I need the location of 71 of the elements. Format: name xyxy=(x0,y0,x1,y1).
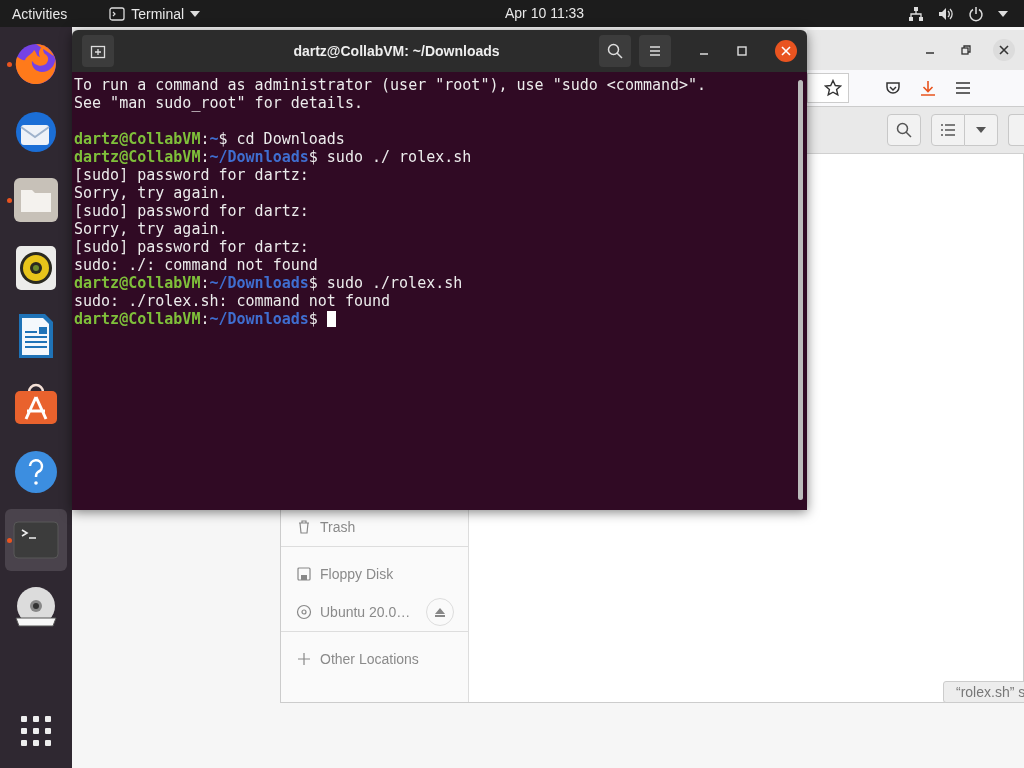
eject-button[interactable] xyxy=(426,598,454,626)
grid-icon xyxy=(21,716,51,746)
app-menu[interactable]: Terminal xyxy=(109,5,201,22)
activities-button[interactable]: Activities xyxy=(12,5,68,22)
pocket-icon[interactable] xyxy=(885,80,901,96)
search-icon xyxy=(896,122,912,138)
disc-icon xyxy=(296,604,312,620)
tooltip: “rolex.sh” s xyxy=(943,681,1024,703)
view-options-button[interactable] xyxy=(965,114,998,146)
prompt-separator: : xyxy=(200,148,210,166)
network-icon xyxy=(908,5,924,22)
list-icon xyxy=(940,123,956,137)
search-icon xyxy=(607,43,623,59)
list-view-button[interactable] xyxy=(931,114,965,146)
new-tab-button[interactable] xyxy=(82,35,114,67)
prompt-sign: $ xyxy=(308,148,318,166)
prompt-user: dartz@CollabVM xyxy=(74,148,201,166)
prompt-user: dartz@CollabVM xyxy=(74,274,201,292)
close-icon[interactable] xyxy=(775,40,797,62)
output-line: [sudo] password for dartz: xyxy=(74,238,310,256)
output-line: Sorry, try again. xyxy=(74,184,229,202)
output-line: [sudo] password for dartz: xyxy=(74,202,310,220)
menu-icon[interactable] xyxy=(955,81,971,95)
prompt-sign: $ xyxy=(308,310,318,328)
command-text: sudo ./ rolex.sh xyxy=(326,148,472,166)
output-line: To run a command as administrator (user "root"), use "sudo <command>". xyxy=(74,76,708,94)
download-icon[interactable] xyxy=(919,79,937,97)
output-line: Sorry, try again. xyxy=(74,220,229,238)
clock[interactable]: Apr 10 11:33 xyxy=(505,5,585,21)
sidebar-item[interactable]: Floppy Disk xyxy=(281,555,468,593)
window-title: dartz@CollabVM: ~/Downloads xyxy=(292,43,501,59)
caret-icon xyxy=(190,10,201,17)
output-line: sudo: ./rolex.sh: command not found xyxy=(74,292,392,310)
prompt-user: dartz@CollabVM xyxy=(74,310,201,328)
sidebar-item[interactable]: Ubuntu 20.0… xyxy=(281,593,468,632)
power-icon xyxy=(968,5,984,22)
command-text: cd Downloads xyxy=(236,130,345,148)
terminal-icon xyxy=(109,6,126,21)
eject-icon xyxy=(435,607,445,617)
star-icon[interactable] xyxy=(824,79,842,97)
caret-icon xyxy=(998,10,1008,17)
restore-icon[interactable] xyxy=(961,45,971,55)
output-line: See "man sudo_root" for details. xyxy=(74,94,364,112)
scrollbar[interactable] xyxy=(798,80,803,500)
folder-icon xyxy=(12,176,60,224)
prompt-path: ~/Downloads xyxy=(209,310,309,328)
prompt-path: ~ xyxy=(209,130,219,148)
prompt-sign: $ xyxy=(308,274,318,292)
sidebar-item[interactable]: Other Locations xyxy=(281,640,468,678)
prompt-user: dartz@CollabVM xyxy=(74,130,201,148)
prompt-separator: : xyxy=(200,130,210,148)
prompt-sign: $ xyxy=(218,130,228,148)
prompt-path: ~/Downloads xyxy=(209,148,309,166)
prompt-path: ~/Downloads xyxy=(209,274,309,292)
output-line: [sudo] password for dartz: xyxy=(74,166,310,184)
close-icon[interactable] xyxy=(993,39,1015,61)
maximize-icon[interactable] xyxy=(737,46,747,56)
help-icon xyxy=(12,448,60,496)
new-tab-icon xyxy=(90,43,106,59)
caret-icon xyxy=(975,126,987,134)
command-text: sudo ./rolex.sh xyxy=(326,274,463,292)
menu-icon xyxy=(649,45,661,57)
plus-icon xyxy=(296,651,312,667)
prompt-separator: : xyxy=(200,310,210,328)
menu-button[interactable] xyxy=(639,35,671,67)
search-button[interactable] xyxy=(599,35,631,67)
prompt-separator: : xyxy=(200,274,210,292)
address-bar[interactable] xyxy=(807,73,849,103)
trash-icon xyxy=(296,519,312,535)
search-button[interactable] xyxy=(887,114,921,146)
output-line: sudo: ./: command not found xyxy=(74,256,319,274)
